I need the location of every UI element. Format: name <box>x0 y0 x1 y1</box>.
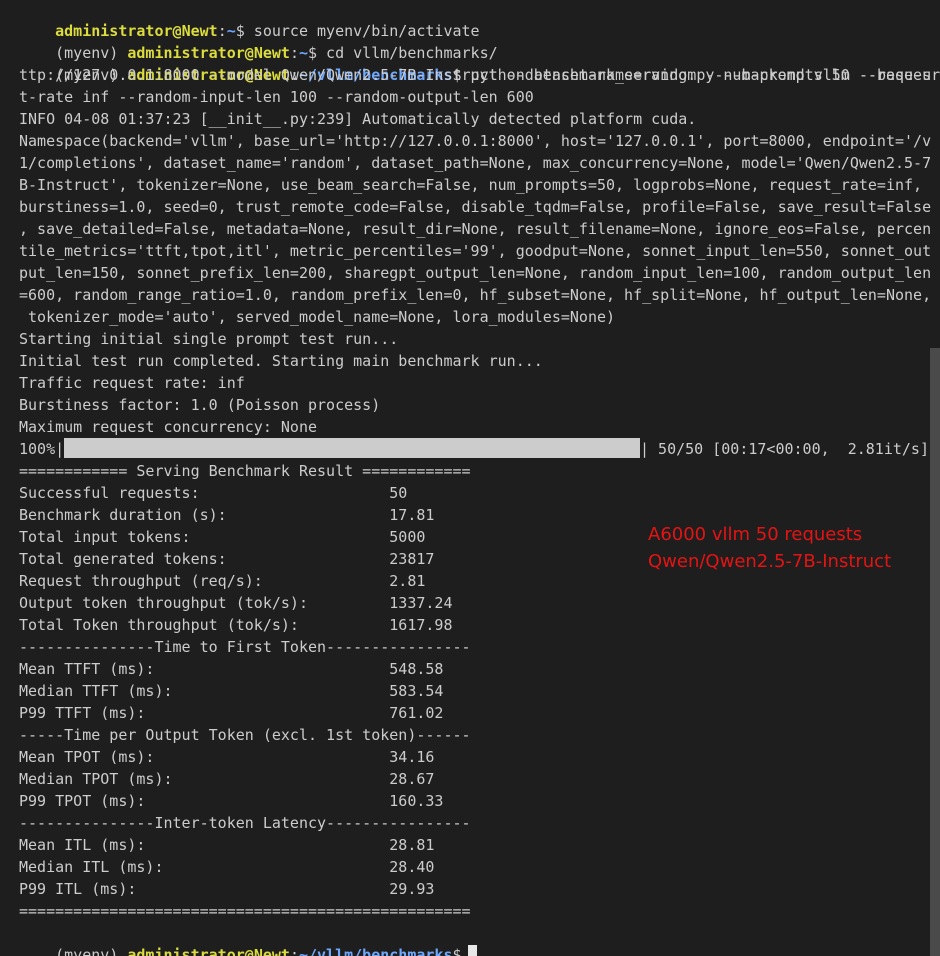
prompt-env: (myenv) <box>55 946 128 956</box>
results-line: Request throughput (req/s): 2.81 <box>19 572 426 590</box>
prompt-line-2: (myenv) administrator@Newt:~$ cd vllm/be… <box>19 20 498 62</box>
results-line: Total generated tokens: 23817 <box>19 550 435 568</box>
results-line: Successful requests: 50 <box>19 484 408 502</box>
results-line: Median TPOT (ms): 28.67 <box>19 770 435 788</box>
results-line: P99 TTFT (ms): 761.02 <box>19 704 444 722</box>
output-line: Burstiness factor: 1.0 (Poisson process) <box>19 396 381 414</box>
progress-status: | 50/50 [00:17<00:00, 2.81it/s] <box>640 440 929 458</box>
prompt-line-3: (myenv) administrator@Newt:~/vllm/benchm… <box>19 42 940 84</box>
output-line: Maximum request concurrency: None <box>19 418 318 436</box>
output-line: =600, random_range_ratio=1.0, random_pre… <box>19 286 932 304</box>
results-line: Median TTFT (ms): 583.54 <box>19 682 444 700</box>
prompt-user: administrator <box>127 946 245 956</box>
prompt-line-final[interactable]: (myenv) administrator@Newt:~/vllm/benchm… <box>19 922 477 956</box>
progress-percent: 100%| <box>19 440 65 458</box>
scrollbar-thumb[interactable] <box>930 348 940 956</box>
results-line: P99 TPOT (ms): 160.33 <box>19 792 444 810</box>
output-line: Starting initial single prompt test run.… <box>19 330 399 348</box>
results-line: Mean ITL (ms): 28.81 <box>19 836 435 854</box>
prompt-dollar: $ <box>452 946 462 956</box>
results-line: Output token throughput (tok/s): 1337.24 <box>19 594 453 612</box>
results-line: Total Token throughput (tok/s): 1617.98 <box>19 616 453 634</box>
output-line: ttp://127.0.0.1:8000 --model Qwen/Qwen2.… <box>19 66 932 84</box>
output-line: burstiness=1.0, seed=0, trust_remote_cod… <box>19 198 932 216</box>
results-line: -----Time per Output Token (excl. 1st to… <box>19 726 471 744</box>
results-line: Total input tokens: 5000 <box>19 528 426 546</box>
text-cursor <box>467 945 477 956</box>
output-line: put_len=150, sonnet_prefix_len=200, shar… <box>19 264 932 282</box>
output-line: 1/completions', dataset_name='random', d… <box>19 154 932 172</box>
prompt-at: @ <box>244 946 254 956</box>
prompt-sep: : <box>289 946 299 956</box>
results-line: Benchmark duration (s): 17.81 <box>19 506 435 524</box>
results-line: Median ITL (ms): 28.40 <box>19 858 435 876</box>
prompt-line-1: administrator@Newt:~$ source myenv/bin/a… <box>19 0 479 40</box>
results-line: Mean TPOT (ms): 34.16 <box>19 748 435 766</box>
output-line: B-Instruct', tokenizer=None, use_beam_se… <box>19 176 923 194</box>
prompt-host: Newt <box>253 946 290 956</box>
annotation-line-1: A6000 vllm 50 requests <box>648 524 863 545</box>
output-line: t-rate inf --random-input-len 100 --rand… <box>19 88 534 106</box>
results-line: ========================================… <box>19 902 471 920</box>
output-line: INFO 04-08 01:37:23 [__init__.py:239] Au… <box>19 110 697 128</box>
results-line: P99 ITL (ms): 29.93 <box>19 880 435 898</box>
output-line: Initial test run completed. Starting mai… <box>19 352 543 370</box>
output-line: tile_metrics='ttft,tpot,itl', metric_per… <box>19 242 932 260</box>
results-line: Mean TTFT (ms): 548.58 <box>19 660 444 678</box>
results-line: ============ Serving Benchmark Result ==… <box>19 462 471 480</box>
prompt-path: ~/vllm/benchmarks <box>298 946 453 956</box>
annotation-line-2: Qwen/Qwen2.5-7B-Instruct <box>648 551 892 572</box>
output-line: Traffic request rate: inf <box>19 374 245 392</box>
output-line: , save_detailed=False, metadata=None, re… <box>19 220 932 238</box>
terminal-window[interactable]: administrator@Newt:~$ source myenv/bin/a… <box>0 0 940 956</box>
output-line: Namespace(backend='vllm', base_url='http… <box>19 132 932 150</box>
results-line: ---------------Inter-token Latency------… <box>19 814 471 832</box>
output-line: tokenizer_mode='auto', served_model_name… <box>19 308 616 326</box>
progress-bar-fill <box>64 438 640 458</box>
annotation-text: A6000 vllm 50 requests Qwen/Qwen2.5-7B-In… <box>648 521 891 575</box>
results-line: ---------------Time to First Token------… <box>19 638 471 656</box>
